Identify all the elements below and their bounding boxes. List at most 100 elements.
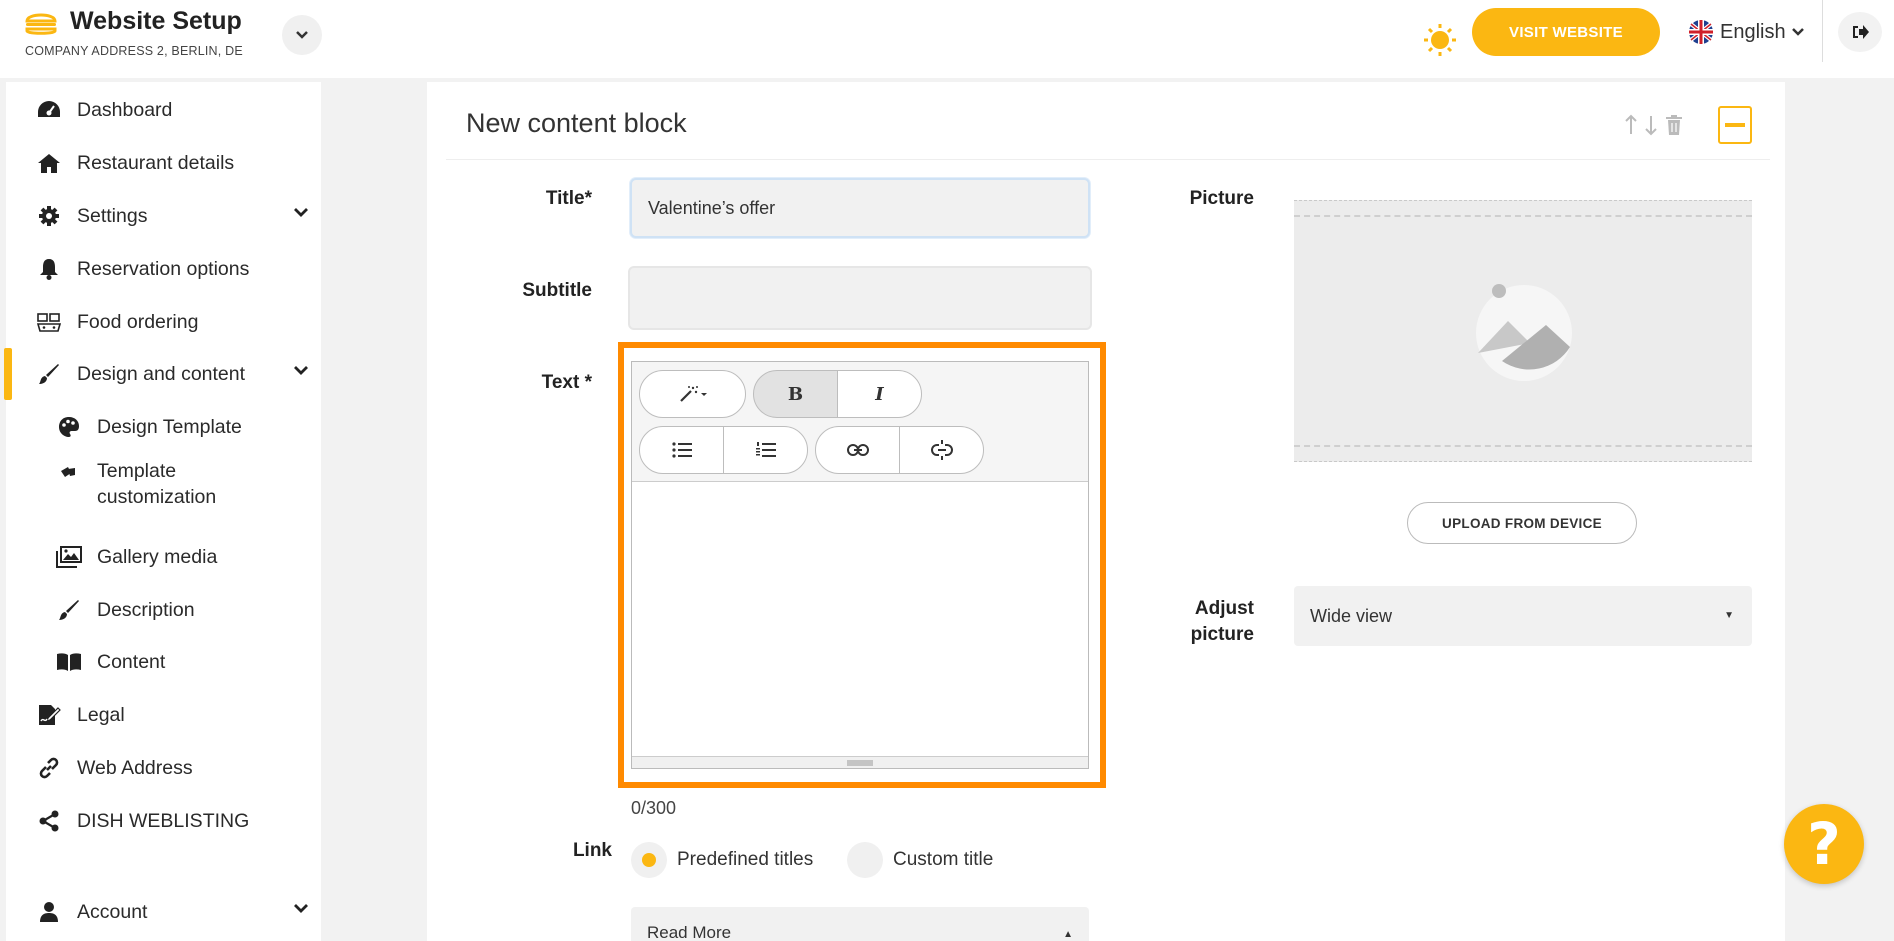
caret-down-icon: ▼ xyxy=(1724,610,1734,621)
sidebar-item-settings[interactable]: Settings xyxy=(6,196,321,236)
radio-custom-title[interactable]: Custom title xyxy=(847,842,993,878)
trash-icon[interactable] xyxy=(1664,114,1684,136)
link-select-value: Read More xyxy=(647,923,732,941)
palette-icon xyxy=(56,414,82,440)
sidebar-item-content[interactable]: Content xyxy=(6,642,321,682)
chevron-down-icon xyxy=(296,31,308,39)
picture-preview[interactable] xyxy=(1294,200,1752,462)
move-up-icon[interactable] xyxy=(1624,114,1638,136)
company-address: COMPANY ADDRESS 2, BERLIN, DE xyxy=(25,44,243,58)
sidebar: Dashboard Restaurant details Settings Re… xyxy=(6,82,321,941)
help-question-icon: ? xyxy=(1807,810,1841,878)
chevron-down-icon xyxy=(294,366,308,375)
share-icon xyxy=(36,808,62,834)
insert-link-button[interactable] xyxy=(815,426,900,474)
label-line: customization xyxy=(97,486,217,508)
link-title-select[interactable]: Read More ▲ xyxy=(631,907,1089,941)
sidebar-item-label: Dashboard xyxy=(77,98,173,121)
logout-button[interactable] xyxy=(1838,12,1882,52)
dashed-border xyxy=(1294,215,1752,217)
style-dropdown-button[interactable] xyxy=(639,370,746,418)
help-button[interactable]: ? xyxy=(1784,804,1864,884)
sidebar-item-label: Settings xyxy=(77,204,148,227)
caret-up-icon: ▲ xyxy=(1063,929,1073,940)
label-line: picture xyxy=(1190,624,1254,645)
radio-selected-indicator xyxy=(631,842,667,878)
move-down-icon[interactable] xyxy=(1644,114,1658,136)
sidebar-item-account[interactable]: Account xyxy=(6,892,321,932)
subtitle-input[interactable] xyxy=(628,266,1092,330)
image-icon xyxy=(56,544,82,570)
dashed-border xyxy=(1294,445,1752,447)
bullet-list-icon xyxy=(671,442,692,458)
account-switch-button[interactable] xyxy=(282,15,322,55)
sidebar-item-description[interactable]: Description xyxy=(6,590,321,630)
editor-resize-handle[interactable] xyxy=(632,756,1088,768)
unlink-icon xyxy=(930,440,953,460)
language-selector[interactable]: English xyxy=(1688,18,1804,46)
sidebar-item-label: Account xyxy=(77,900,148,923)
sidebar-item-label: Reservation options xyxy=(77,257,250,280)
minus-icon xyxy=(1725,123,1745,127)
sidebar-item-label: Description xyxy=(97,598,195,621)
visit-website-button[interactable]: VISIT WEBSITE xyxy=(1472,8,1660,56)
collapse-block-button[interactable] xyxy=(1718,106,1752,144)
italic-button[interactable]: I xyxy=(837,370,922,418)
sidebar-item-label: Design and content xyxy=(77,362,246,385)
user-icon xyxy=(36,899,62,925)
active-nav-indicator xyxy=(4,348,12,400)
uk-flag-icon xyxy=(1689,20,1713,44)
sidebar-item-web-address[interactable]: Web Address xyxy=(6,748,321,788)
title-input[interactable]: Valentine’s offer xyxy=(630,178,1090,238)
sidebar-item-food-ordering[interactable]: Food ordering xyxy=(6,302,321,342)
resize-grip-icon xyxy=(847,760,873,765)
character-counter: 0/300 xyxy=(631,798,677,818)
numbered-list-button[interactable] xyxy=(723,426,808,474)
sidebar-item-legal[interactable]: Legal xyxy=(6,695,321,735)
numbered-list-icon xyxy=(755,442,776,457)
sidebar-item-label: Web Address xyxy=(77,756,193,779)
top-header: Website Setup COMPANY ADDRESS 2, BERLIN,… xyxy=(0,0,1894,78)
signature-icon xyxy=(36,702,62,728)
bold-button[interactable]: B xyxy=(753,370,838,418)
sidebar-item-design-template[interactable]: Design Template xyxy=(6,407,321,447)
paintbrush-icon xyxy=(56,597,82,623)
sidebar-item-restaurant-details[interactable]: Restaurant details xyxy=(6,143,321,183)
content-block-header: New content block xyxy=(446,96,1770,160)
upload-from-device-button[interactable]: UPLOAD FROM DEVICE xyxy=(1407,502,1637,544)
sidebar-item-reservation-options[interactable]: Reservation options xyxy=(6,249,321,289)
bullet-list-button[interactable] xyxy=(639,426,724,474)
chevron-down-icon xyxy=(1791,28,1804,36)
sidebar-item-dish-weblisting[interactable]: DISH WEBLISTING xyxy=(6,801,321,841)
block-title: New content block xyxy=(466,108,687,138)
radio-predefined-titles[interactable]: Predefined titles xyxy=(631,842,813,878)
magic-wand-icon xyxy=(679,386,707,402)
unlink-button[interactable] xyxy=(899,426,984,474)
adjust-picture-select[interactable]: Wide view ▼ xyxy=(1294,586,1752,646)
sidebar-item-label: Gallery media xyxy=(97,545,218,568)
rich-text-editor[interactable]: B I xyxy=(631,361,1089,769)
chevron-down-icon xyxy=(294,904,308,913)
home-icon xyxy=(36,150,62,176)
editor-toolbar: B I xyxy=(632,362,1088,482)
burger-logo-icon xyxy=(25,13,57,35)
paintbrush-icon xyxy=(36,361,62,387)
theme-toggle-icon[interactable] xyxy=(1380,14,1460,64)
radio-unselected-indicator xyxy=(847,842,883,878)
sidebar-item-design-and-content[interactable]: Design and content xyxy=(6,354,321,394)
sidebar-item-dashboard[interactable]: Dashboard xyxy=(6,90,321,130)
label-line: Template xyxy=(97,460,177,482)
image-placeholder-icon xyxy=(1476,284,1572,381)
sidebar-item-label: Food ordering xyxy=(77,310,199,333)
book-icon xyxy=(56,649,82,675)
link-label: Link xyxy=(572,840,612,861)
language-label: English xyxy=(1720,20,1786,43)
sidebar-item-gallery-media[interactable]: Gallery media xyxy=(6,537,321,577)
header-divider xyxy=(1822,0,1823,62)
radio-label: Predefined titles xyxy=(677,849,814,870)
sidebar-item-template-customization[interactable]: Template customization xyxy=(6,458,321,514)
subtitle-label: Subtitle xyxy=(522,280,592,301)
text-label: Text * xyxy=(541,372,592,393)
app-title: Website Setup xyxy=(70,7,242,35)
label-line: Adjust xyxy=(1194,598,1254,619)
